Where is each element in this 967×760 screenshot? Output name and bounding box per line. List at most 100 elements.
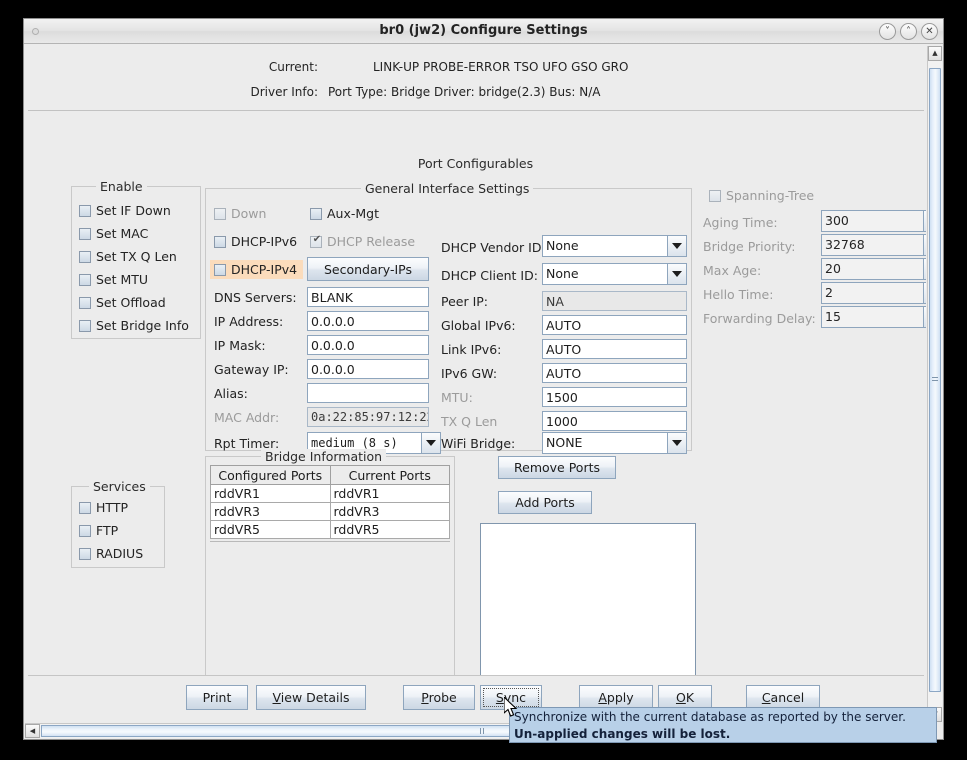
cell-configured-port[interactable]: rddVR5 [210,520,331,539]
dhcp-client-id-combo[interactable]: None [542,263,687,285]
minimize-icon[interactable]: ˅ [879,23,896,40]
max-age-combo[interactable]: 20 [821,258,926,280]
checkbox-icon[interactable] [79,204,91,217]
tx-q-len-input[interactable]: 1000 [542,411,687,431]
checkbox-set-if-down[interactable]: Set IF Down [79,203,171,218]
checkbox-icon[interactable] [79,319,91,332]
chevron-down-icon[interactable] [667,263,687,285]
chevron-down-icon[interactable] [667,235,687,257]
checkbox-icon[interactable] [79,296,91,309]
checkbox-icon[interactable] [709,189,721,202]
wifi-bridge-combo[interactable]: NONE [542,432,687,454]
checkbox-icon[interactable] [214,235,226,248]
add-ports-button[interactable]: Add Ports [498,491,592,514]
checkbox-aux-mgt[interactable]: Aux-Mgt [310,206,379,221]
checkbox-dhcp-ipv6[interactable]: DHCP-IPv6 [214,234,297,249]
dhcp-vendor-id-value[interactable]: None [542,235,667,257]
view-details-button[interactable]: View Details [256,685,366,710]
bridge-ports-table: Configured Ports Current Ports rddVR1 rd… [210,465,450,539]
checkbox-ftp[interactable]: FTP [79,523,118,538]
chevron-down-icon[interactable] [923,282,926,304]
global-ipv6-input[interactable]: AUTO [542,315,687,335]
probe-button[interactable]: Probe [403,685,475,710]
chevron-down-icon[interactable] [923,306,926,328]
checkbox-http[interactable]: HTTP [79,500,128,515]
mtu-input[interactable]: 1500 [542,387,687,407]
table-row[interactable]: rddVR3 rddVR3 [210,502,450,521]
scroll-left-arrow-icon[interactable]: ◀ [25,724,40,738]
table-row[interactable]: rddVR1 rddVR1 [210,484,450,503]
checkbox-icon[interactable] [214,263,226,276]
close-icon[interactable]: ✕ [921,23,938,40]
checkbox-icon[interactable] [310,207,322,220]
dns-servers-label: DNS Servers: [214,290,297,305]
ip-address-input[interactable]: 0.0.0.0 [307,311,429,331]
checkbox-dhcp-ipv4[interactable]: DHCP-IPv4 [210,260,304,279]
checkbox-icon[interactable] [214,207,226,220]
checkbox-icon[interactable] [79,250,91,263]
checkbox-set-bridge-info[interactable]: Set Bridge Info [79,318,189,333]
remove-ports-button[interactable]: Remove Ports [498,456,616,479]
checkbox-set-tx-q-len[interactable]: Set TX Q Len [79,249,177,264]
alias-input[interactable] [307,383,429,403]
chevron-down-icon[interactable] [923,258,926,280]
link-ipv6-input[interactable]: AUTO [542,339,687,359]
checkbox-dhcp-release[interactable]: DHCP Release [310,234,415,249]
view-details-button-label: View Details [272,690,350,705]
main-panel: Current: LINK-UP PROBE-ERROR TSO UFO GSO… [25,46,926,722]
chevron-down-icon[interactable] [923,210,926,232]
dhcp-client-id-label: DHCP Client ID: [441,268,538,283]
chevron-down-icon[interactable] [421,432,441,454]
checkbox-down[interactable]: Down [214,206,266,221]
aging-time-value[interactable]: 300 [821,210,923,232]
column-header-configured-ports[interactable]: Configured Ports [210,465,331,485]
checkbox-icon[interactable] [79,547,91,560]
checkbox-radius[interactable]: RADIUS [79,546,143,561]
ok-button-label: OK [675,690,695,705]
dhcp-client-id-value[interactable]: None [542,263,667,285]
dhcp-vendor-id-combo[interactable]: None [542,235,687,257]
gateway-ip-input[interactable]: 0.0.0.0 [307,359,429,379]
checkbox-set-mtu[interactable]: Set MTU [79,272,148,287]
checkbox-icon[interactable] [79,227,91,240]
ip-mask-input[interactable]: 0.0.0.0 [307,335,429,355]
aging-time-combo[interactable]: 300 [821,210,926,232]
scroll-up-arrow-icon[interactable]: ▲ [928,46,942,61]
cell-configured-port[interactable]: rddVR3 [210,502,331,521]
cell-current-port[interactable]: rddVR1 [329,484,450,503]
cell-current-port[interactable]: rddVR5 [329,520,450,539]
checkbox-spanning-tree[interactable]: Spanning-Tree [709,188,814,203]
dns-servers-input[interactable]: BLANK [307,287,429,307]
apply-button-label: Apply [598,690,634,705]
mtu-label: MTU: [441,390,473,405]
hello-time-value[interactable]: 2 [821,282,923,304]
checkbox-icon[interactable] [79,524,91,537]
cell-configured-port[interactable]: rddVR1 [210,484,331,503]
chevron-down-icon[interactable] [923,234,926,256]
wifi-bridge-value[interactable]: NONE [542,432,667,454]
table-row[interactable]: rddVR5 rddVR5 [210,520,450,539]
enable-group-title: Enable [96,179,147,194]
mac-addr-value: 0a:22:85:97:12:22 [307,407,429,427]
forwarding-delay-combo[interactable]: 15 [821,306,926,328]
maximize-icon[interactable]: ˄ [900,23,917,40]
max-age-value[interactable]: 20 [821,258,923,280]
forwarding-delay-value[interactable]: 15 [821,306,923,328]
checkbox-icon[interactable] [79,273,91,286]
cell-current-port[interactable]: rddVR3 [329,502,450,521]
vertical-scrollbar[interactable]: ▲ ▼ [927,46,942,722]
bridge-priority-value[interactable]: 32768 [821,234,923,256]
ipv6-gw-input[interactable]: AUTO [542,363,687,383]
checkbox-icon[interactable] [310,234,323,248]
chevron-down-icon[interactable] [667,432,687,454]
column-header-current-ports[interactable]: Current Ports [329,465,450,485]
current-value: LINK-UP PROBE-ERROR TSO UFO GSO GRO [373,60,629,74]
vertical-scrollbar-thumb[interactable] [929,68,941,692]
checkbox-set-offload[interactable]: Set Offload [79,295,166,310]
bridge-priority-combo[interactable]: 32768 [821,234,926,256]
hello-time-combo[interactable]: 2 [821,282,926,304]
secondary-ips-button[interactable]: Secondary-IPs [307,257,429,281]
print-button[interactable]: Print [186,685,248,710]
checkbox-icon[interactable] [79,501,91,514]
checkbox-set-mac[interactable]: Set MAC [79,226,148,241]
